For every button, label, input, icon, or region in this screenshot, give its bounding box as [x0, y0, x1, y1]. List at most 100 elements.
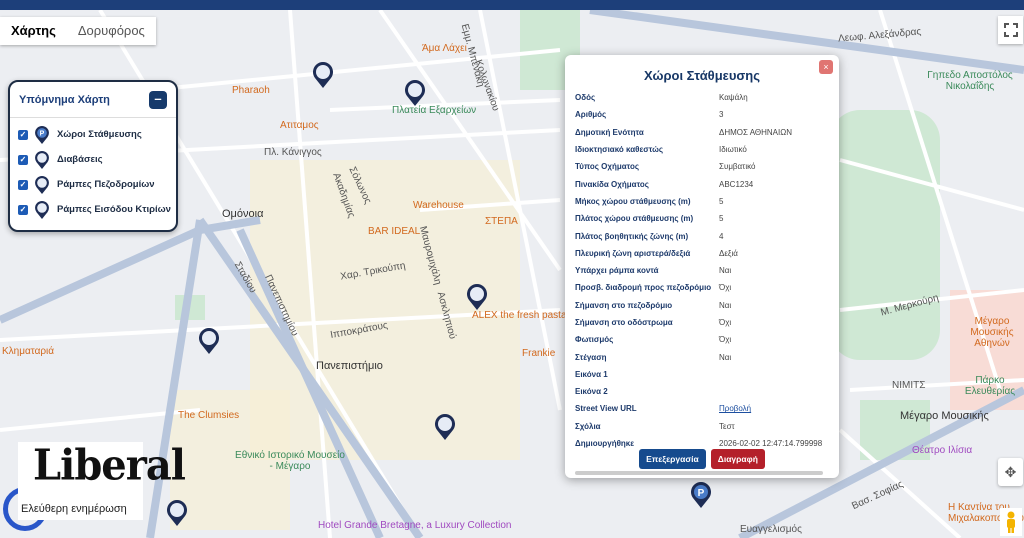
- checkbox-checked-icon[interactable]: ✓: [18, 204, 28, 215]
- crosswalk-pin-icon[interactable]: [166, 500, 188, 526]
- legend-item-label: Διαβάσεις: [57, 154, 103, 165]
- field-row: Οδός Καψάλη: [575, 89, 835, 106]
- field-row: Υπάρχει ράμπα κοντά Ναι: [575, 262, 835, 279]
- wheelchair-pin-icon[interactable]: [198, 328, 220, 354]
- map-label: Pharaoh: [232, 85, 270, 96]
- svg-text:P: P: [40, 130, 45, 137]
- field-row: Στέγαση Ναι: [575, 348, 835, 365]
- fullscreen-icon: [1003, 23, 1018, 37]
- field-row: Σήμανση στο πεζοδρόμιο Ναι: [575, 297, 835, 314]
- legend-item-label: Ράμπες Εισόδου Κτιρίων: [57, 204, 171, 215]
- field-value: Ναι: [719, 352, 732, 362]
- field-label: Υπάρχει ράμπα κοντά: [575, 266, 659, 276]
- close-button[interactable]: ×: [819, 60, 833, 74]
- map-label: Πλατεία Εξαρχείων: [392, 105, 477, 116]
- field-row: Εικόνα 1: [575, 366, 835, 383]
- field-label: Πινακίδα Οχήματος: [575, 179, 649, 189]
- field-value: 5: [719, 214, 724, 224]
- field-row: Πινακίδα Οχήματος ABC1234: [575, 175, 835, 192]
- legend-item-parking[interactable]: ✓ P Χώροι Στάθμευσης: [10, 122, 176, 147]
- map-label: Κληματαριά: [2, 346, 55, 357]
- field-label: Προσβ. διαδρομή προς πεζοδρόμιο: [575, 283, 712, 293]
- popup-fields: Οδός Καψάλη Αριθμός 3 Δημοτική Ενότητα ΔΗΜΟΣ …: [575, 89, 835, 452]
- field-value: Τεστ: [719, 421, 735, 431]
- field-label: Ιδιοκτησιακό καθεστώς: [575, 145, 663, 155]
- field-value: Καψάλη: [719, 93, 748, 103]
- field-label: Πλάτος βοηθητικής ζώνης (m): [575, 231, 689, 241]
- building-ramp-pin-icon[interactable]: [434, 414, 456, 440]
- street-view-link[interactable]: Προβολή: [719, 404, 751, 413]
- field-value: Ιδιωτικό: [719, 145, 747, 155]
- field-value: Ναι: [719, 300, 732, 310]
- map-label: Πανεπιστήμιο: [316, 360, 383, 372]
- field-label: Τύπος Οχήματος: [575, 162, 640, 172]
- parking-pin-icon[interactable]: P: [690, 482, 712, 508]
- wheelchair-pin-icon: [35, 175, 49, 194]
- legend-item-sidewalk-ramps[interactable]: ✓ Ράμπες Πεζοδρομίων: [10, 172, 176, 197]
- popup-title: Χώροι Στάθμευσης: [643, 68, 760, 83]
- map-label: ΝΙΜΙΤΣ: [892, 380, 926, 391]
- field-label: Street View URL: [575, 404, 637, 414]
- map-label: Πλ. Κάνιγγος: [264, 147, 322, 158]
- field-value: Δεξιά: [719, 248, 738, 258]
- field-label: Πλάτος χώρου στάθμευσης (m): [575, 214, 694, 224]
- field-row: Σήμανση στο οδόστρωμα Όχι: [575, 314, 835, 331]
- checkbox-checked-icon[interactable]: ✓: [18, 179, 28, 190]
- map-type-map-button[interactable]: Χάρτης: [0, 17, 67, 45]
- map-label: Γηπεδο Αποστόλος Νικολαΐδης: [927, 70, 1013, 92]
- field-label: Στέγαση: [575, 352, 607, 362]
- logo-tagline: Ελεύθερη ενημέρωση: [21, 503, 127, 515]
- field-label: Εικόνα 1: [575, 369, 608, 379]
- field-value: Συμβατικό: [719, 162, 756, 172]
- map-label: Μέγαρο Μουσικής Αθηνών: [970, 316, 1014, 349]
- field-value: ΔΗΜΟΣ ΑΘΗΝΑΙΩΝ: [719, 127, 792, 137]
- info-popup: Χώροι Στάθμευσης × Οδός Καψάλη Αριθμός 3 Δημ…: [565, 55, 839, 478]
- field-label: Δημοτική Ενότητα: [575, 127, 644, 137]
- field-label: Μήκος χώρου στάθμευσης (m): [575, 196, 691, 206]
- legend-item-crosswalks[interactable]: ✓ Διαβάσεις: [10, 147, 176, 172]
- horizontal-scrollbar[interactable]: [575, 471, 823, 475]
- svg-text:P: P: [698, 488, 705, 499]
- pegman-icon: [1007, 511, 1015, 533]
- map-label: ΣΤΕΠΑ: [485, 216, 518, 227]
- map-label: Ατιταμος: [280, 120, 319, 131]
- map-label: Hotel Grande Bretagne, a Luxury Collecti…: [318, 520, 512, 531]
- field-value: 4: [719, 231, 724, 241]
- field-row: Πλάτος βοηθητικής ζώνης (m) 4: [575, 227, 835, 244]
- street-view-pegman[interactable]: [1000, 508, 1022, 536]
- wheelchair-pin-icon[interactable]: [404, 80, 426, 106]
- legend-item-building-ramps[interactable]: ✓ Ράμπες Εισόδου Κτιρίων: [10, 197, 176, 222]
- map-label: Άμα Λάχει: [422, 43, 467, 54]
- delete-button[interactable]: Διαγραφή: [710, 449, 765, 469]
- map-label: The Clumsies: [178, 410, 240, 421]
- field-label: Δημιουργήθηκε: [575, 439, 635, 449]
- field-value: Όχι: [719, 318, 732, 327]
- field-row: Φωτισμός Όχι: [575, 331, 835, 348]
- crosswalk-pin-icon[interactable]: [466, 284, 488, 310]
- field-row: Δημοτική Ενότητα ΔΗΜΟΣ ΑΘΗΝΑΙΩΝ: [575, 124, 835, 141]
- fullscreen-button[interactable]: [998, 16, 1023, 44]
- field-row: Μήκος χώρου στάθμευσης (m) 5: [575, 193, 835, 210]
- field-row: Ιδιοκτησιακό καθεστώς Ιδιωτικό: [575, 141, 835, 158]
- map-label: Frankie: [522, 348, 556, 359]
- map-type-satellite-button[interactable]: Δορυφόρος: [67, 17, 156, 45]
- field-value: 5: [719, 196, 724, 206]
- map-camera-control[interactable]: ✥: [998, 458, 1023, 486]
- crosswalk-pin-icon[interactable]: [312, 62, 334, 88]
- edit-button[interactable]: Επεξεργασία: [639, 449, 706, 469]
- field-value: 2026-02-02 12:47:14.799998: [719, 439, 823, 449]
- map-label: Θέατρο Ιλίσια: [912, 445, 973, 456]
- field-value: Προβολή: [719, 404, 751, 413]
- map-label: Warehouse: [413, 200, 464, 211]
- checkbox-checked-icon[interactable]: ✓: [18, 154, 28, 165]
- field-value: Όχι: [719, 335, 732, 345]
- field-label: Φωτισμός: [575, 335, 614, 345]
- map-label: Μέγαρο Μουσικής: [900, 410, 989, 422]
- field-row: Προσβ. διαδρομή προς πεζοδρόμιο Όχι: [575, 279, 835, 296]
- field-value: Ναι: [719, 266, 732, 276]
- legend-collapse-button[interactable]: –: [149, 90, 167, 109]
- checkbox-checked-icon[interactable]: ✓: [18, 129, 28, 140]
- field-value: ABC1234: [719, 179, 754, 189]
- logo-wordmark: Liberal: [33, 440, 186, 491]
- map-label: Εθνικό Ιστορικό Μουσείο - Μέγαρο: [235, 450, 345, 472]
